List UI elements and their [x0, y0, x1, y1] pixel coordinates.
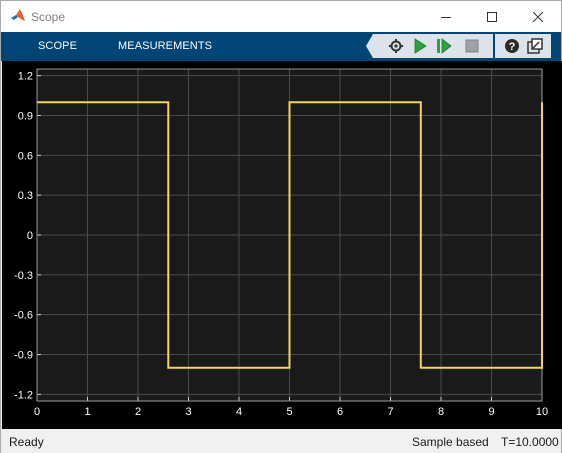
status-time: T=10.0000 [501, 435, 559, 449]
status-mode: Sample based [412, 435, 489, 449]
x-tick-label: 1 [84, 406, 90, 418]
step-forward-button[interactable] [434, 36, 454, 56]
y-tick-label: 1.2 [18, 71, 33, 83]
x-tick-label: 8 [438, 406, 444, 418]
help-icon: ? [505, 39, 519, 53]
tab-scope[interactable]: SCOPE [38, 40, 77, 52]
x-tick-label: 0 [34, 406, 40, 418]
y-tick-label: 0.3 [18, 190, 33, 202]
step-forward-icon [437, 38, 452, 54]
status-bar: Ready Sample based T=10.0000 [1, 430, 561, 453]
x-tick-label: 4 [236, 406, 242, 418]
maximize-icon [487, 11, 497, 22]
y-tick-label: -0.9 [14, 350, 33, 362]
x-tick-label: 5 [286, 406, 292, 418]
y-tick-label: 0.6 [18, 150, 33, 162]
help-toolbar: ? [495, 34, 551, 58]
y-tick-label: -1.2 [14, 389, 33, 401]
minimize-button[interactable] [423, 1, 469, 32]
y-tick-label: -0.6 [14, 310, 33, 322]
x-tick-label: 7 [387, 406, 393, 418]
undock-button[interactable] [525, 36, 545, 56]
simulation-toolbar [373, 34, 493, 58]
settings-icon [389, 39, 403, 53]
y-tick-label: 0.9 [18, 110, 33, 122]
toolbar-notch [366, 34, 373, 58]
x-tick-label: 2 [135, 406, 141, 418]
x-tick-label: 6 [337, 406, 343, 418]
toolstrip: SCOPE MEASUREMENTS ? [1, 32, 561, 61]
status-state: Ready [9, 435, 44, 449]
x-tick-label: 9 [488, 406, 494, 418]
maximize-button[interactable] [469, 1, 515, 32]
stop-button[interactable] [462, 36, 482, 56]
stop-icon [465, 39, 479, 53]
svg-text:?: ? [509, 41, 516, 53]
scope-plot[interactable]: 0 1 2 3 4 5 6 7 8 9 10 1.2 0.9 0.6 0.3 0 -0.3 -0.6 -0.9 -1.… [1, 61, 562, 430]
help-button[interactable]: ? [502, 36, 522, 56]
minimize-icon [441, 16, 451, 18]
matlab-logo-icon [11, 9, 25, 21]
close-icon [533, 11, 543, 22]
x-tick-label: 3 [185, 406, 191, 418]
run-icon [414, 38, 427, 54]
y-tick-label: 0 [27, 230, 33, 242]
close-button[interactable] [515, 1, 561, 32]
scope-window: Scope SCOPE MEASUREMENTS ? 0 1 2 3 4 5 6… [0, 0, 562, 453]
x-tick-label: 10 [536, 406, 548, 418]
tab-measurements[interactable]: MEASUREMENTS [118, 40, 212, 52]
undock-icon [527, 38, 543, 54]
settings-button[interactable] [386, 36, 406, 56]
y-tick-label: -0.3 [14, 270, 33, 282]
run-button[interactable] [410, 36, 430, 56]
title-bar: Scope [1, 1, 561, 32]
window-title: Scope [31, 10, 66, 24]
